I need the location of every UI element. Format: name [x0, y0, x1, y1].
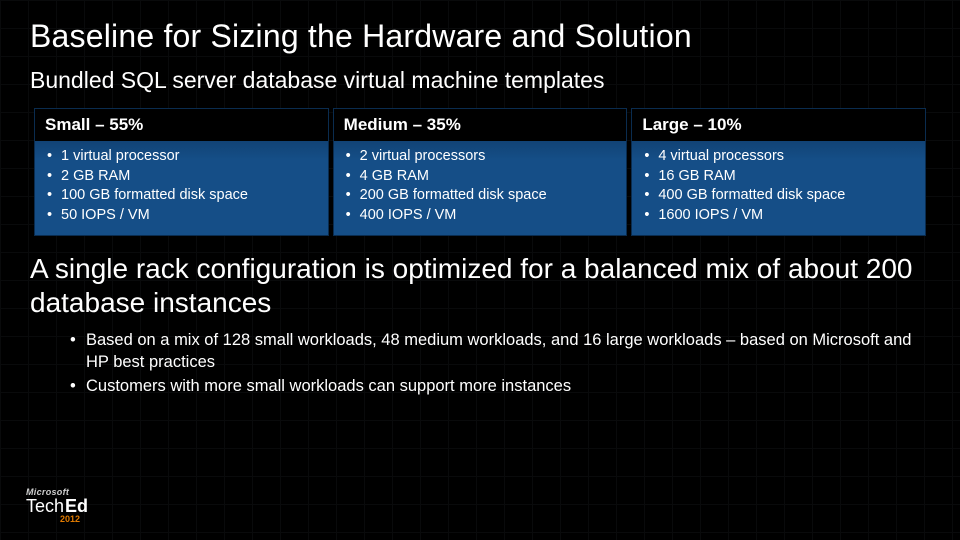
- logo-year: 2012: [60, 514, 80, 524]
- list-item: 400 IOPS / VM: [338, 206, 623, 226]
- footer-logo: Microsoft TechEd 2012: [26, 487, 88, 524]
- logo-product-b: Ed: [65, 497, 88, 515]
- list-item: 1 virtual processor: [39, 147, 324, 167]
- list-item: 200 GB formatted disk space: [338, 186, 623, 206]
- card-large: Large – 10% 4 virtual processors 16 GB R…: [631, 108, 926, 236]
- list-item: 400 GB formatted disk space: [636, 186, 921, 206]
- card-medium-header: Medium – 35%: [334, 109, 627, 141]
- logo-product-a: Tech: [26, 497, 64, 515]
- list-item: 2 virtual processors: [338, 147, 623, 167]
- card-small: Small – 55% 1 virtual processor 2 GB RAM…: [34, 108, 329, 236]
- list-item: 4 virtual processors: [636, 147, 921, 167]
- list-item: 100 GB formatted disk space: [39, 186, 324, 206]
- summary-text: A single rack configuration is optimized…: [30, 252, 930, 320]
- subtitle: Bundled SQL server database virtual mach…: [30, 67, 930, 94]
- card-medium: Medium – 35% 2 virtual processors 4 GB R…: [333, 108, 628, 236]
- list-item: Based on a mix of 128 small workloads, 4…: [66, 329, 930, 374]
- card-small-header: Small – 55%: [35, 109, 328, 141]
- list-item: 2 GB RAM: [39, 167, 324, 187]
- list-item: 1600 IOPS / VM: [636, 206, 921, 226]
- template-cards-row: Small – 55% 1 virtual processor 2 GB RAM…: [30, 108, 930, 236]
- list-item: 16 GB RAM: [636, 167, 921, 187]
- summary-bullets: Based on a mix of 128 small workloads, 4…: [30, 329, 930, 398]
- slide: Baseline for Sizing the Hardware and Sol…: [0, 0, 960, 540]
- logo-product: TechEd: [26, 497, 88, 515]
- list-item: 50 IOPS / VM: [39, 206, 324, 226]
- list-item: Customers with more small workloads can …: [66, 375, 930, 397]
- page-title: Baseline for Sizing the Hardware and Sol…: [30, 18, 930, 55]
- list-item: 4 GB RAM: [338, 167, 623, 187]
- card-large-body: 4 virtual processors 16 GB RAM 400 GB fo…: [632, 141, 925, 235]
- card-large-header: Large – 10%: [632, 109, 925, 141]
- card-small-body: 1 virtual processor 2 GB RAM 100 GB form…: [35, 141, 328, 235]
- card-medium-body: 2 virtual processors 4 GB RAM 200 GB for…: [334, 141, 627, 235]
